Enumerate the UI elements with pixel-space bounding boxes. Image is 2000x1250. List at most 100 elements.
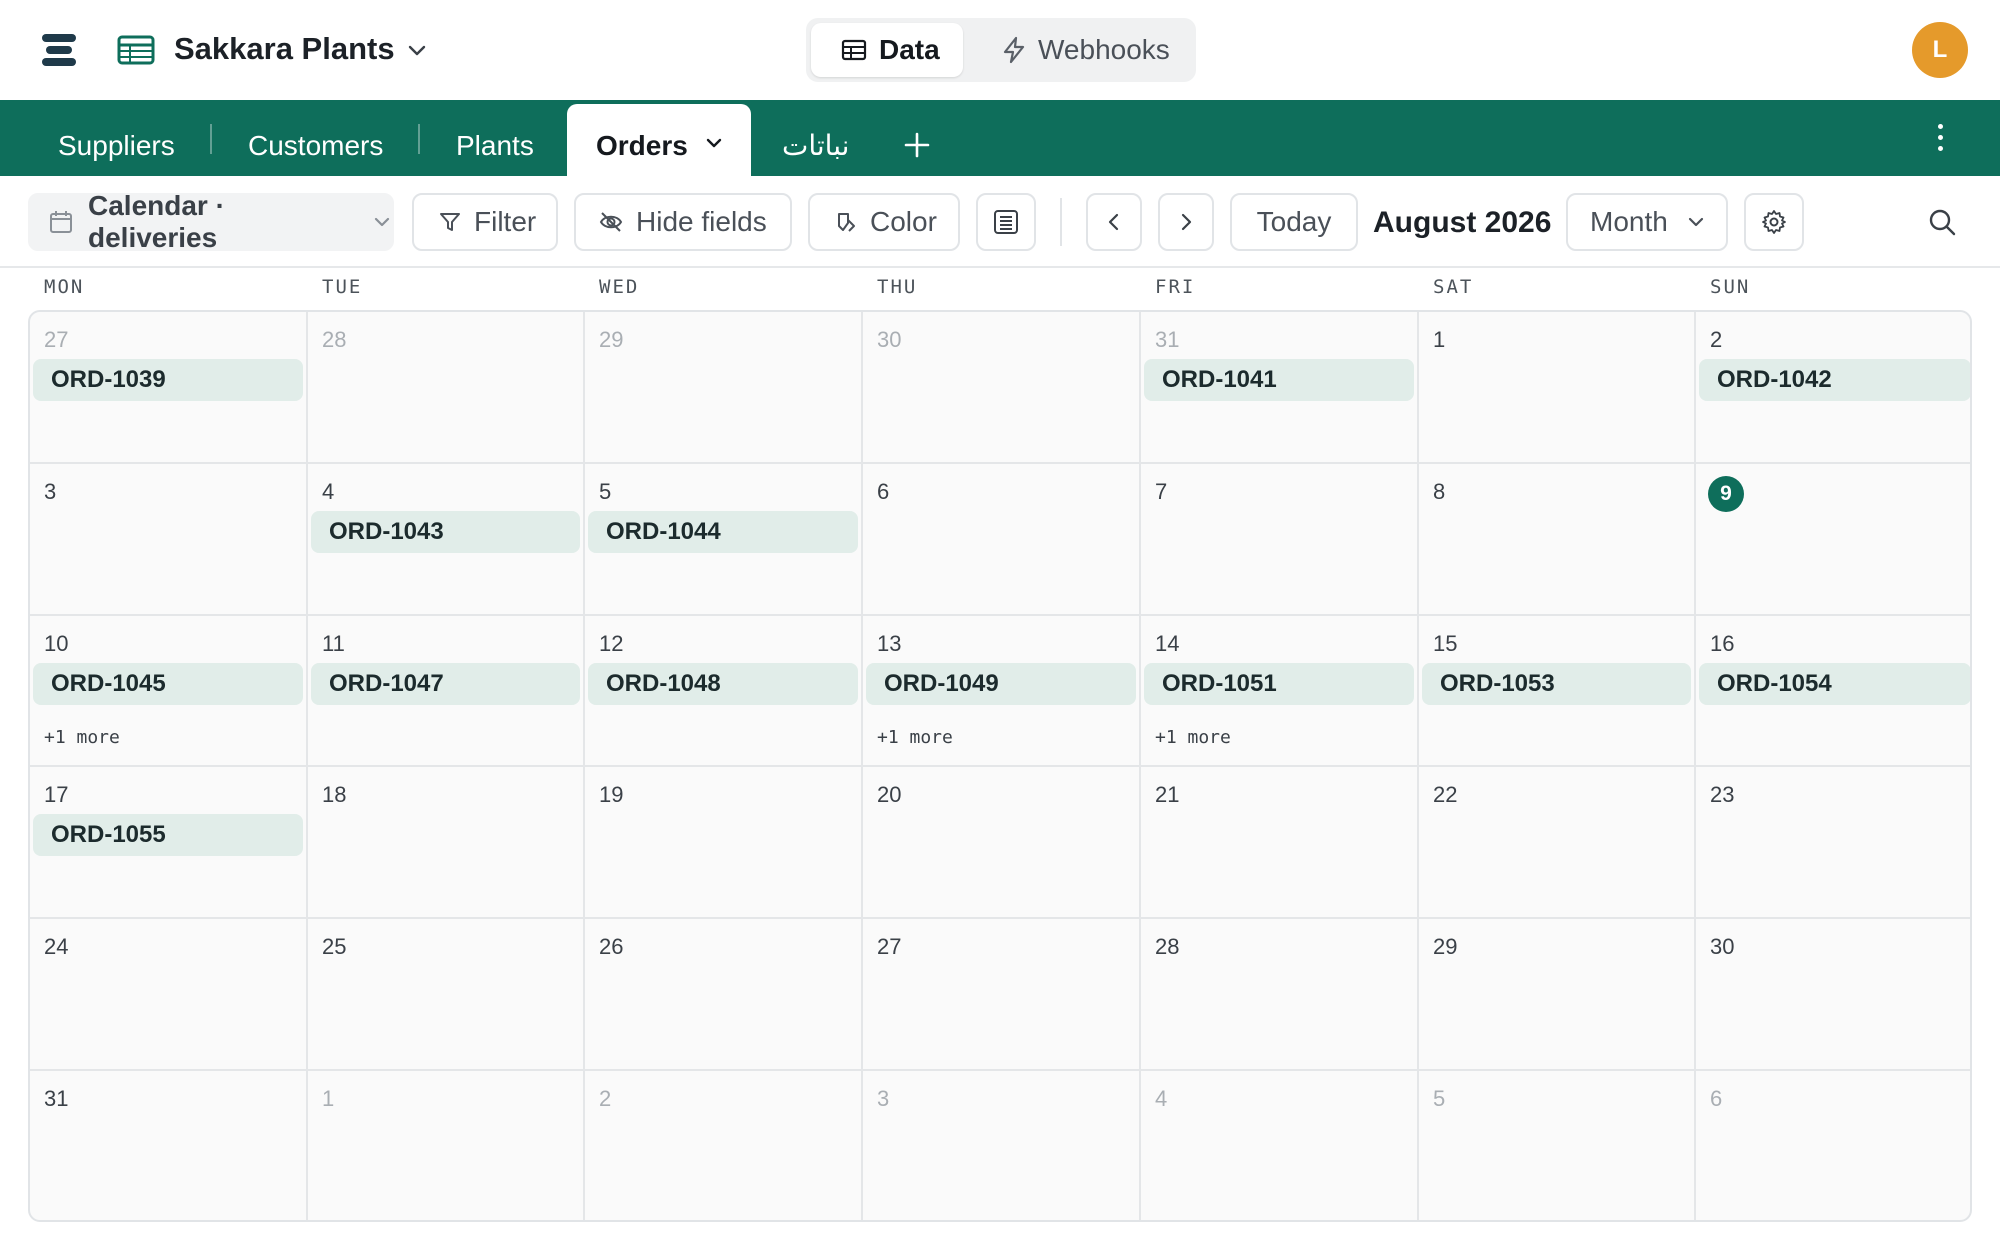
- calendar-day-cell[interactable]: 3: [863, 1071, 1141, 1220]
- calendar-day-cell[interactable]: 11 ORD-1047: [308, 616, 585, 767]
- calendar-day-cell[interactable]: 28: [1141, 919, 1419, 1071]
- calendar-day-cell[interactable]: 30: [1696, 919, 1970, 1071]
- day-number: 8: [1433, 479, 1446, 504]
- calendar-day-cell[interactable]: 27: [863, 919, 1141, 1071]
- calendar-event[interactable]: ORD-1055: [33, 814, 303, 856]
- previous-month-button[interactable]: [1086, 193, 1142, 251]
- chevron-down-icon[interactable]: [703, 134, 725, 152]
- calendar-day-cell[interactable]: 27 ORD-1039: [30, 312, 308, 464]
- calendar-event[interactable]: ORD-1043: [311, 511, 580, 553]
- data-mode-label: Data: [879, 34, 940, 65]
- calendar-day-cell[interactable]: 4: [1141, 1071, 1419, 1220]
- hide-fields-button[interactable]: Hide fields: [574, 193, 792, 251]
- calendar-day-cell[interactable]: 24: [30, 919, 308, 1071]
- calendar-day-cell[interactable]: 2: [585, 1071, 863, 1220]
- tab-orders[interactable]: Orders: [567, 104, 751, 176]
- tab-plants[interactable]: Plants: [456, 126, 534, 166]
- calendar-day-cell[interactable]: 9: [1696, 464, 1970, 616]
- calendar-day-cell[interactable]: 2 ORD-1042: [1696, 312, 1970, 464]
- calendar-settings-button[interactable]: [1744, 193, 1804, 251]
- calendar-event[interactable]: ORD-1042: [1699, 359, 1970, 401]
- calendar-day-cell[interactable]: 3: [30, 464, 308, 616]
- list-density-icon: [994, 210, 1018, 234]
- calendar-day-cell[interactable]: 25: [308, 919, 585, 1071]
- calendar-day-cell[interactable]: 19: [585, 767, 863, 919]
- calendar-event[interactable]: ORD-1041: [1144, 359, 1414, 401]
- day-number: 25: [322, 934, 347, 959]
- calendar-day-cell[interactable]: 6: [863, 464, 1141, 616]
- calendar-day-cell[interactable]: 29: [585, 312, 863, 464]
- day-number: 6: [877, 479, 890, 504]
- calendar-day-cell[interactable]: 21: [1141, 767, 1419, 919]
- plus-icon[interactable]: [902, 130, 932, 160]
- day-number: 21: [1155, 782, 1180, 807]
- webhooks-mode-label: Webhooks: [1038, 34, 1170, 65]
- more-events-link[interactable]: +1 more: [877, 727, 953, 748]
- next-month-button[interactable]: [1158, 193, 1214, 251]
- calendar-event[interactable]: ORD-1045: [33, 663, 303, 705]
- color-button[interactable]: Color: [808, 193, 960, 251]
- calendar-day-cell[interactable]: 4 ORD-1043: [308, 464, 585, 616]
- today-button[interactable]: Today: [1230, 193, 1358, 251]
- more-options-icon[interactable]: [1932, 124, 1948, 158]
- day-number: 29: [599, 327, 624, 352]
- day-number: 26: [599, 934, 624, 959]
- app-name[interactable]: Sakkara Plants: [174, 30, 395, 68]
- calendar-day-cell[interactable]: 15 ORD-1053: [1419, 616, 1696, 767]
- data-mode-button[interactable]: Data: [811, 23, 963, 77]
- calendar-day-cell[interactable]: 1: [1419, 312, 1696, 464]
- calendar-day-cell[interactable]: 20: [863, 767, 1141, 919]
- calendar-day-cell[interactable]: 16 ORD-1054: [1696, 616, 1970, 767]
- day-number: 7: [1155, 479, 1168, 504]
- calendar-day-cell[interactable]: 29: [1419, 919, 1696, 1071]
- calendar-range-select[interactable]: Month: [1566, 193, 1728, 251]
- tab-suppliers[interactable]: Suppliers: [58, 126, 175, 166]
- calendar-event[interactable]: ORD-1044: [588, 511, 858, 553]
- calendar-day-cell[interactable]: 28: [308, 312, 585, 464]
- row-height-button[interactable]: [976, 193, 1036, 251]
- day-number: 2: [1710, 327, 1723, 352]
- calendar-day-cell[interactable]: 31: [30, 1071, 308, 1220]
- calendar-day-cell[interactable]: 23: [1696, 767, 1970, 919]
- calendar-event[interactable]: ORD-1053: [1422, 663, 1691, 705]
- tab-arabic-plants[interactable]: نباتات: [782, 126, 849, 166]
- search-icon[interactable]: [1926, 206, 1958, 238]
- calendar-event[interactable]: ORD-1048: [588, 663, 858, 705]
- webhooks-mode-button[interactable]: Webhooks: [976, 23, 1188, 77]
- calendar-day-cell[interactable]: 13 ORD-1049 +1 more: [863, 616, 1141, 767]
- calendar-event[interactable]: ORD-1051: [1144, 663, 1414, 705]
- calendar-event[interactable]: ORD-1039: [33, 359, 303, 401]
- more-events-link[interactable]: +1 more: [1155, 727, 1231, 748]
- more-events-link[interactable]: +1 more: [44, 727, 120, 748]
- chevron-down-icon[interactable]: [404, 38, 430, 62]
- calendar-event[interactable]: ORD-1047: [311, 663, 580, 705]
- calendar-day-cell[interactable]: 30: [863, 312, 1141, 464]
- calendar-day-cell[interactable]: 8: [1419, 464, 1696, 616]
- current-month-title: August 2026: [1373, 206, 1552, 239]
- calendar-day-cell[interactable]: 12 ORD-1048: [585, 616, 863, 767]
- view-selector[interactable]: Calendar · deliveries: [28, 190, 394, 253]
- table-grid-icon: [117, 35, 155, 65]
- calendar-day-cell[interactable]: 14 ORD-1051 +1 more: [1141, 616, 1419, 767]
- calendar-day-cell[interactable]: 18: [308, 767, 585, 919]
- filter-button[interactable]: Filter: [412, 193, 558, 251]
- calendar-day-cell[interactable]: 5: [1419, 1071, 1696, 1220]
- calendar-day-cell[interactable]: 10 ORD-1045 +1 more: [30, 616, 308, 767]
- paint-bucket-icon: [838, 213, 855, 232]
- calendar-day-cell[interactable]: 22: [1419, 767, 1696, 919]
- tab-customers[interactable]: Customers: [248, 126, 383, 166]
- calendar-day-cell[interactable]: 1: [308, 1071, 585, 1220]
- calendar-day-cell[interactable]: 5 ORD-1044: [585, 464, 863, 616]
- calendar-day-cell[interactable]: 17 ORD-1055: [30, 767, 308, 919]
- color-label: Color: [870, 206, 937, 237]
- calendar-event[interactable]: ORD-1049: [866, 663, 1136, 705]
- stacked-bars-logo-icon[interactable]: [42, 34, 76, 66]
- calendar-day-cell[interactable]: 6: [1696, 1071, 1970, 1220]
- calendar-day-cell[interactable]: 26: [585, 919, 863, 1071]
- calendar-day-cell[interactable]: 31 ORD-1041: [1141, 312, 1419, 464]
- view-toolbar: Calendar · deliveries Filter Hide fields…: [0, 176, 2000, 268]
- calendar-day-cell[interactable]: 7: [1141, 464, 1419, 616]
- user-avatar[interactable]: L: [1912, 22, 1968, 78]
- day-number: 31: [44, 1086, 69, 1111]
- calendar-event[interactable]: ORD-1054: [1699, 663, 1970, 705]
